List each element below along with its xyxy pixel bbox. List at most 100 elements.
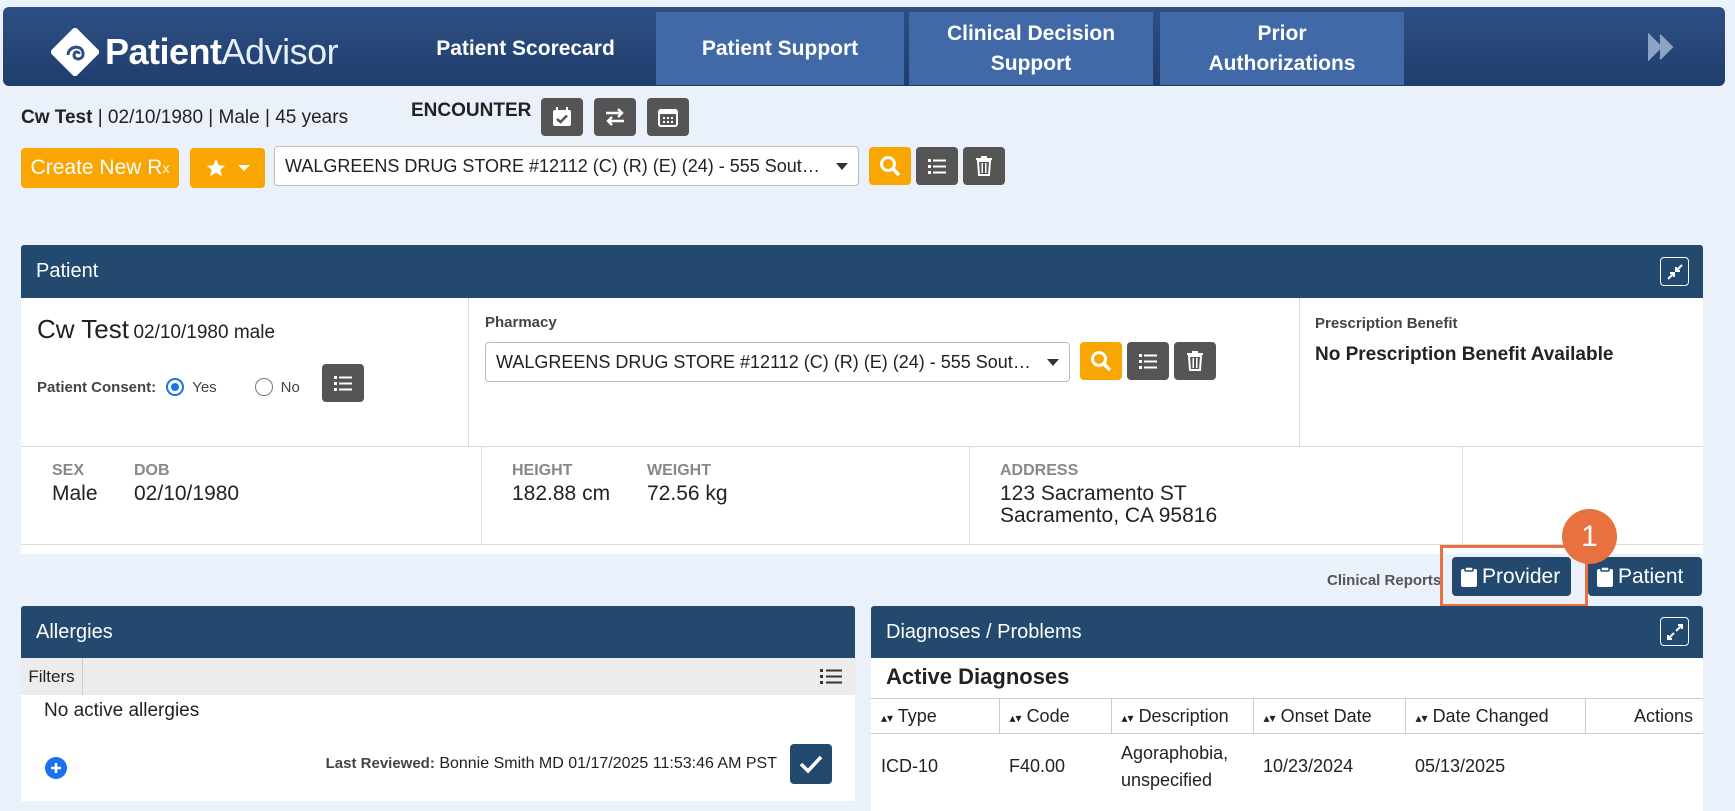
- calendar-icon: [658, 109, 678, 127]
- trash-icon: [1187, 351, 1203, 371]
- diagnoses-table: ▴▾ Type ▴▾ Code ▴▾ Description ▴▾ Onset …: [871, 698, 1703, 800]
- dob-value: 02/10/1980: [134, 482, 240, 505]
- consent-no-radio[interactable]: [254, 378, 273, 396]
- col-actions: Actions: [1633, 705, 1693, 726]
- height-value: 182.88 cm: [512, 482, 611, 505]
- consent-yes-label: Yes: [192, 378, 217, 396]
- search-icon: [880, 156, 901, 177]
- col-date-changed[interactable]: ▴▾ Date Changed: [1405, 698, 1586, 734]
- calendar-button[interactable]: [647, 98, 689, 136]
- tab-patient-support[interactable]: Patient Support: [656, 12, 904, 85]
- collapse-button[interactable]: [1660, 257, 1689, 286]
- tab-label-line2: Support: [990, 51, 1072, 75]
- address-line2: Sacramento, CA 95816: [1000, 504, 1218, 527]
- height-caption: HEIGHT: [512, 462, 573, 479]
- filters-label: Filters: [28, 666, 75, 686]
- patient-report-button[interactable]: Patient: [1588, 557, 1702, 596]
- diagnoses-body: Active Diagnoses ▴▾ Type ▴▾ Code ▴▾ Desc…: [871, 658, 1703, 811]
- tab-label-line1: Prior: [1257, 21, 1307, 45]
- create-label: Create New R: [30, 156, 163, 179]
- calendar-check-button[interactable]: [541, 98, 583, 136]
- panel-title: Allergies: [36, 620, 113, 643]
- consent-yes-radio[interactable]: [166, 378, 185, 396]
- col-code[interactable]: ▴▾ Code: [999, 698, 1112, 734]
- consent-list-button[interactable]: [322, 364, 364, 402]
- col-type[interactable]: ▴▾ Type: [871, 698, 1000, 734]
- patient-name: Cw Test: [21, 107, 93, 128]
- panel-pharmacy-list-button[interactable]: [1127, 342, 1169, 380]
- active-diagnoses-title: Active Diagnoses: [886, 664, 1070, 689]
- top-nav: PatientAdvisor Patient Scorecard Patient…: [3, 7, 1725, 86]
- list-icon: [928, 159, 946, 174]
- star-icon: [206, 158, 225, 177]
- no-allergies-text: No active allergies: [44, 700, 200, 721]
- consent-no-label: No: [280, 378, 300, 396]
- last-reviewed-label: Last Reviewed:: [325, 755, 435, 772]
- tab-prior-authorizations[interactable]: Prior Authorizations: [1160, 12, 1404, 85]
- chevron-down-icon: [836, 163, 848, 170]
- brand-logo[interactable]: PatientAdvisor: [51, 28, 339, 76]
- collapse-chevrons-icon[interactable]: [1647, 32, 1677, 66]
- benefit-label: Prescription Benefit: [1315, 315, 1458, 332]
- panel-pharmacy-search-button[interactable]: [1080, 342, 1122, 380]
- tab-label: Patient Support: [701, 36, 859, 60]
- logo-icon: [51, 28, 99, 76]
- patient-panel-header: Patient: [21, 245, 1703, 298]
- cell-description: Agoraphobia, unspecified: [1121, 742, 1229, 790]
- cell-onset: 10/23/2024: [1263, 756, 1354, 777]
- panel-pharmacy-select[interactable]: WALGREENS DRUG STORE #12112 (C) (R) (E) …: [485, 342, 1070, 382]
- panel-title: Diagnoses / Problems: [886, 620, 1082, 643]
- clipboard-icon: [1597, 565, 1613, 587]
- last-reviewed-value: Bonnie Smith MD 01/17/2025 11:53:46 AM P…: [439, 755, 777, 772]
- create-new-rx-button[interactable]: Create New Rx: [21, 148, 179, 188]
- sex-caption: SEX: [52, 462, 85, 479]
- cell-changed: 05/13/2025: [1415, 756, 1506, 777]
- pharmacy-search-button[interactable]: [869, 147, 911, 185]
- expand-button[interactable]: [1660, 617, 1689, 646]
- panel-pharmacy-delete-button[interactable]: [1174, 342, 1216, 380]
- diagnoses-header: Diagnoses / Problems: [871, 606, 1703, 658]
- sex-value: Male: [52, 482, 98, 505]
- pharmacy-select[interactable]: WALGREENS DRUG STORE #12112 (C) (R) (E) …: [274, 146, 859, 186]
- allergies-list-icon[interactable]: [819, 666, 843, 693]
- cell-type: ICD-10: [881, 756, 939, 777]
- tab-label-line2: Authorizations: [1208, 51, 1356, 75]
- panel-title: Patient: [36, 260, 99, 282]
- filters-tab[interactable]: Filters: [21, 658, 83, 695]
- allergies-body: Filters No active allergies Last Reviewe…: [21, 658, 855, 801]
- brand-name-bold: Patient: [105, 31, 222, 72]
- pharmacy-list-button[interactable]: [916, 147, 958, 185]
- table-row[interactable]: ICD-10 F40.00 Agoraphobia, unspecified 10…: [871, 734, 1703, 800]
- col-onset-date[interactable]: ▴▾ Onset Date: [1253, 698, 1406, 734]
- chevron-down-icon: [1047, 359, 1059, 366]
- caret-down-icon: [237, 165, 250, 171]
- mark-reviewed-button[interactable]: [790, 744, 832, 784]
- create-sub: x: [162, 160, 170, 176]
- pharmacy-select-value: WALGREENS DRUG STORE #12112 (C) (R) (E) …: [285, 155, 828, 176]
- search-icon: [1091, 351, 1112, 372]
- brand-name-light: Advisor: [221, 31, 339, 72]
- patient-full-name: Cw Test: [37, 314, 129, 344]
- col-description[interactable]: ▴▾ Description: [1111, 698, 1254, 734]
- expand-icon: [1666, 623, 1683, 640]
- favorites-dropdown-button[interactable]: [190, 148, 265, 188]
- allergies-header: Allergies: [21, 606, 855, 658]
- patient-panel-body: Cw Test 02/10/1980 male Patient Consent:…: [21, 298, 1703, 554]
- pharmacy-delete-button[interactable]: [963, 147, 1005, 185]
- encounter-label: ENCOUNTER: [411, 100, 532, 121]
- patient-info: | 02/10/1980 | Male | 45 years: [92, 107, 349, 128]
- benefit-value: No Prescription Benefit Available: [1315, 344, 1614, 365]
- address-caption: ADDRESS: [1000, 462, 1079, 479]
- step-badge: 1: [1562, 509, 1617, 564]
- consent-label: Patient Consent:: [37, 378, 157, 396]
- cell-code: F40.00: [1009, 756, 1066, 777]
- step-highlight: [1440, 545, 1588, 607]
- patient-summary: Cw Test | 02/10/1980 | Male | 45 years: [21, 107, 348, 129]
- check-icon: [799, 755, 823, 774]
- tab-patient-scorecard[interactable]: Patient Scorecard: [413, 12, 638, 85]
- tab-clinical-decision-support[interactable]: Clinical Decision Support: [909, 12, 1153, 85]
- compress-icon: [1666, 263, 1683, 280]
- add-allergy-icon[interactable]: [45, 757, 67, 779]
- swap-button[interactable]: [594, 98, 636, 136]
- clinical-reports-label: Clinical Reports: [1327, 572, 1442, 589]
